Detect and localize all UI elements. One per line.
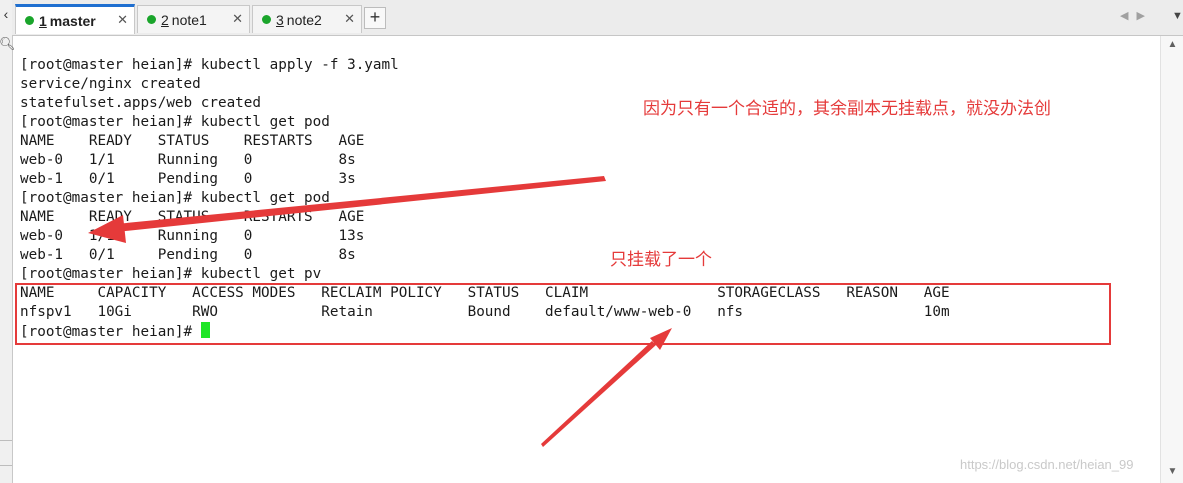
divider — [0, 465, 12, 466]
terminal-line: web-0 1/1 Running 0 13s — [20, 228, 365, 244]
terminal-line: service/nginx created — [20, 76, 201, 92]
terminal-line: NAME READY STATUS RESTARTS AGE — [20, 133, 365, 149]
search-icon[interactable]: 🔍︎ — [0, 36, 16, 52]
annotation-note-replicas: 因为只有一个合适的，其余副本无挂载点，就没办法创 — [643, 99, 1051, 119]
terminal-line: [root@master heian]# kubectl get pv — [20, 266, 322, 282]
terminal-line: web-1 0/1 Pending 0 8s — [20, 247, 356, 263]
left-panel-strip: ‹ 🔍︎ — [0, 0, 16, 483]
close-icon[interactable]: ✕ — [117, 12, 128, 28]
annotation-note-mounted-one: 只挂载了一个 — [610, 250, 712, 270]
divider — [0, 440, 12, 441]
tab-label: master — [49, 12, 96, 29]
terminal-line: [root@master heian]# kubectl get pod — [20, 190, 330, 206]
arrow-to-bound-claim — [541, 328, 672, 447]
chevron-left-icon[interactable]: ‹ — [0, 6, 12, 22]
tab-note1[interactable]: 2 note1 ✕ — [137, 5, 250, 33]
tab-label: note2 — [286, 11, 322, 28]
annotation-highlight-box — [15, 283, 1111, 345]
status-dot-icon — [147, 15, 156, 24]
tab-master[interactable]: 1 master ✕ — [15, 4, 135, 34]
vertical-scrollbar[interactable]: ▲ ▼ — [1160, 36, 1183, 483]
tab-bar: 1 master ✕ 2 note1 ✕ 3 note2 ✕ + ◀▶ ▼ — [12, 0, 1183, 36]
close-icon[interactable]: ✕ — [232, 11, 243, 27]
scroll-down-icon[interactable]: ▼ — [1161, 466, 1183, 477]
terminal-line: web-1 0/1 Pending 0 3s — [20, 171, 356, 187]
scroll-up-icon[interactable]: ▲ — [1161, 39, 1183, 50]
tab-nav-arrows-icon[interactable]: ◀▶ — [1120, 9, 1153, 22]
tab-note2[interactable]: 3 note2 ✕ — [252, 5, 362, 33]
watermark: https://blog.csdn.net/heian_99 — [960, 457, 1134, 472]
status-dot-icon — [262, 15, 271, 24]
tab-label: note1 — [171, 11, 207, 28]
close-icon[interactable]: ✕ — [344, 11, 355, 27]
tab-number: 3 — [276, 11, 284, 28]
terminal-line: [root@master heian]# kubectl apply -f 3.… — [20, 57, 399, 73]
chevron-down-icon[interactable]: ▼ — [1172, 10, 1183, 22]
add-tab-button[interactable]: + — [364, 7, 386, 29]
terminal-line: NAME READY STATUS RESTARTS AGE — [20, 209, 365, 225]
tab-number: 2 — [161, 11, 169, 28]
tab-number: 1 — [39, 12, 47, 29]
terminal-line: web-0 1/1 Running 0 8s — [20, 152, 356, 168]
status-dot-icon — [25, 16, 34, 25]
